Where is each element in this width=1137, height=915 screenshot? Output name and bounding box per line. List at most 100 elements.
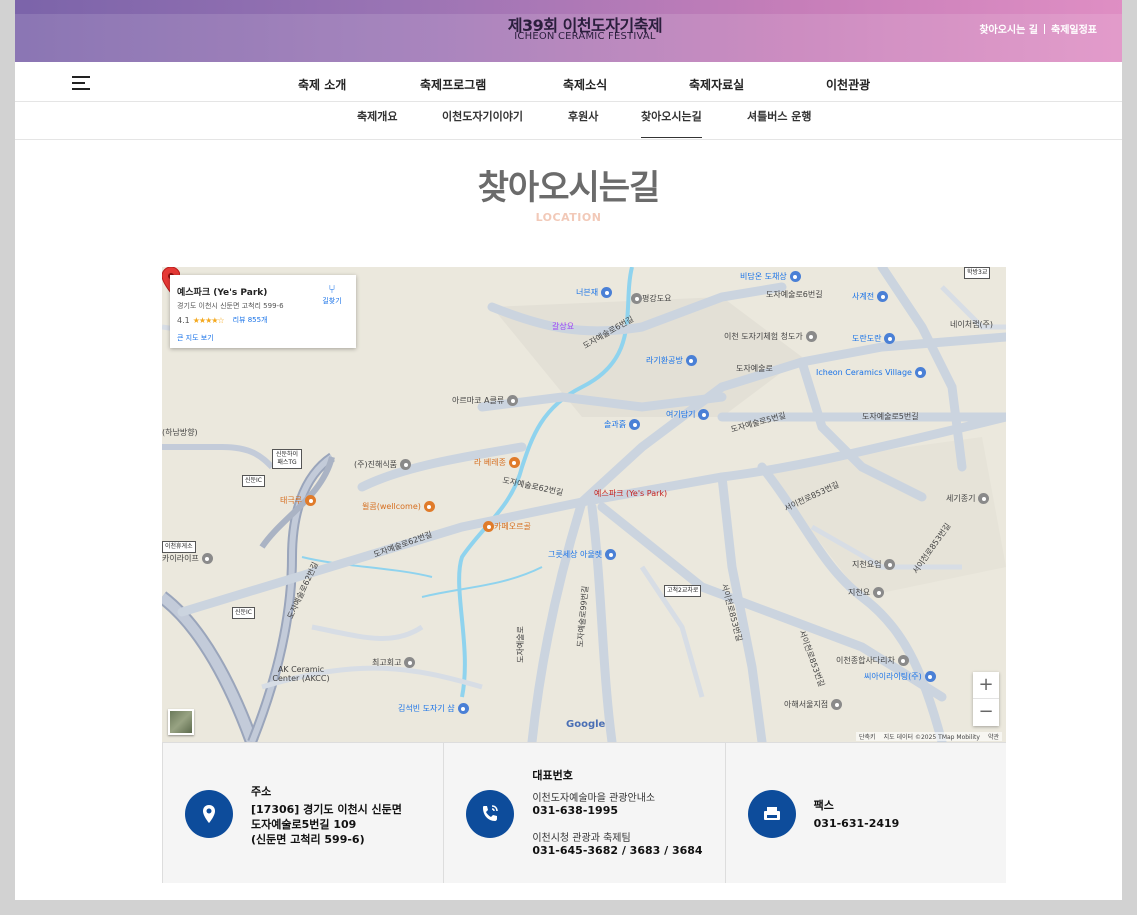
location-pin-icon (185, 790, 233, 838)
address-line-3: (신둔면 고척리 599-6) (251, 833, 365, 846)
map-sign: 신둔IC (242, 475, 265, 487)
map-poi-icon (805, 331, 817, 342)
lnb-item-shuttle-bus[interactable]: 셔틀버스 운행 (747, 108, 812, 124)
map-label[interactable]: 지천요 (848, 587, 885, 598)
map-label[interactable]: 아르마코 A클류 (452, 395, 519, 406)
map-label[interactable]: 솔과흙 (604, 419, 641, 430)
gnb-item-festival-program[interactable]: 축제프로그램 (420, 76, 486, 93)
sub-navigation: 축제개요 이천도자기이야기 후원사 찾아오시는길 셔틀버스 운행 (15, 102, 1122, 140)
map-poi-icon (914, 367, 926, 378)
util-divider (1044, 23, 1045, 34)
map-place-card: 예스파크 (Ye's Park) 경기도 이천시 신둔면 고척리 599-6 4… (170, 275, 356, 348)
map-poi-icon (884, 559, 896, 570)
map-road-label: 도자예술로6번길 (766, 290, 823, 299)
google-logo: Google (566, 719, 606, 730)
gnb-item-festival-archive[interactable]: 축제자료실 (689, 76, 744, 93)
map-label[interactable]: 윌콤(wellcome) (362, 501, 435, 512)
map-label[interactable]: 씨아이라이팅(주) (864, 671, 936, 682)
map-poi-icon (877, 291, 889, 302)
map-label[interactable]: 평강도요 (628, 293, 671, 304)
map-label[interactable]: 갈상요 (552, 321, 574, 332)
map-label[interactable]: 이천 도자기체험 청도가 (724, 331, 817, 342)
marker-label[interactable]: 예스파크 (Ye's Park) (594, 488, 667, 499)
map-road-label: 도자예술로 (515, 626, 525, 663)
shortcuts-link[interactable]: 단축키 (859, 732, 876, 741)
map-label[interactable]: 카이라이프 (162, 553, 213, 564)
top-header: 제39회 이천도자기축제 ICHEON CERAMIC FESTIVAL 찾아오… (15, 0, 1122, 62)
map-poi-icon (831, 699, 843, 710)
map-attribution: 단축키 지도 데이터 ©2025 TMap Mobility 약관 (856, 732, 1002, 741)
map-poi-icon (305, 495, 317, 506)
page-frame: 제39회 이천도자기축제 ICHEON CERAMIC FESTIVAL 찾아오… (15, 0, 1122, 900)
menu-icon[interactable] (72, 76, 90, 90)
map-label[interactable]: 최고회고 (372, 657, 416, 668)
map-label[interactable]: 김석빈 도자기 샵 (398, 703, 469, 714)
map-poi-icon (884, 333, 896, 344)
map-label[interactable]: AK Ceramic Center (AKCC) (266, 665, 336, 683)
gnb-item-icheon-tourism[interactable]: 이천관광 (826, 76, 870, 93)
directions-button[interactable]: ⑂ 길찾기 (320, 283, 344, 306)
map-label[interactable]: 카페오르골 (480, 521, 531, 532)
star-rating-icon: ★★★★☆ (192, 315, 225, 325)
lnb-item-ceramic-story[interactable]: 이천도자기이야기 (442, 108, 523, 124)
map-poi-icon (400, 459, 412, 470)
zoom-out-button[interactable]: − (973, 699, 999, 726)
place-name: 예스파크 (Ye's Park) (177, 288, 268, 298)
phone-icon (466, 790, 515, 838)
util-link-directions[interactable]: 찾아오시는 길 (979, 21, 1038, 36)
map-poi-icon (605, 549, 617, 560)
phone-title: 대표번호 (532, 769, 573, 782)
map-poi-icon (631, 293, 642, 304)
gnb-item-festival-intro[interactable]: 축제 소개 (298, 76, 346, 93)
map-label[interactable]: 아해서울지점 (784, 699, 843, 710)
map-road-label: 도자예술로5번길 (862, 412, 919, 421)
map-poi-icon (698, 409, 710, 420)
lnb-item-sponsors[interactable]: 후원사 (568, 108, 598, 124)
map-poi-icon (924, 671, 936, 682)
map-poi-icon (978, 493, 990, 504)
map-label[interactable]: 여기담기 (666, 409, 710, 420)
map-label[interactable]: 네이처랩(주) (950, 319, 993, 330)
map-label[interactable]: 지천요업 (852, 559, 896, 570)
map-label[interactable]: (주)진해식품 (354, 459, 412, 470)
map-poi-icon (789, 271, 801, 282)
map-sign: 이천휴게소 (162, 541, 196, 553)
page-title: 찾아오시는길 (477, 168, 661, 208)
phone-number-2[interactable]: 031-645-3682 / 3683 / 3684 (532, 843, 702, 858)
google-map[interactable]: 너븐재 평강도요 비담온 도채상 도자예술로6번길 사계전 도자예술로6번길 네… (162, 267, 1006, 742)
map-poi-icon (873, 587, 885, 598)
terms-link[interactable]: 약관 (988, 732, 999, 741)
gnb-item-festival-news[interactable]: 축제소식 (563, 76, 607, 93)
map-label[interactable]: 라 베레종 (474, 457, 520, 468)
map-label[interactable]: 태극루 (280, 495, 317, 506)
address-line-2: 도자예술로5번길 109 (251, 818, 357, 831)
festival-logo-english[interactable]: ICHEON CERAMIC FESTIVAL (15, 31, 1122, 42)
view-larger-map-link[interactable]: 큰 지도 보기 (177, 333, 214, 343)
map-label[interactable]: 세기종기 (946, 493, 990, 504)
lnb-item-directions[interactable]: 찾아오시는길 (641, 108, 702, 138)
map-label[interactable]: 사계전 (852, 291, 889, 302)
fax-number: 031-631-2419 (813, 817, 900, 830)
address-line-1: [17306] 경기도 이천시 신둔면 (251, 803, 402, 816)
map-label[interactable]: 너븐재 (576, 287, 613, 298)
map-label[interactable]: 라기환공방 (646, 355, 697, 366)
lnb-item-overview[interactable]: 축제개요 (357, 108, 397, 124)
reviews-link[interactable]: 리뷰 855개 (233, 315, 268, 325)
phone-number-1[interactable]: 031-638-1995 (532, 803, 618, 818)
utility-links: 찾아오시는 길 축제일정표 (979, 21, 1097, 36)
util-link-schedule[interactable]: 축제일정표 (1051, 21, 1097, 36)
map-label[interactable]: Icheon Ceramics Village (816, 367, 926, 378)
phone-sub-1: 이천도자예술마을 관광안내소 (532, 793, 656, 804)
map-poi-icon (423, 501, 435, 512)
map-label[interactable]: 그릇세상 아울렛 (548, 549, 617, 560)
fax-icon (747, 790, 796, 838)
phone-sub-2: 이천시청 관광과 축제팀 (532, 833, 631, 844)
map-label[interactable]: 비담온 도채상 (740, 271, 801, 282)
directions-icon: ⑂ (328, 282, 336, 296)
map-label[interactable]: 도란도란 (852, 333, 896, 344)
map-poi-icon (404, 657, 416, 668)
map-label[interactable]: 이천종합사다리차 (836, 655, 909, 666)
satellite-toggle[interactable] (168, 709, 194, 735)
page-subtitle: LOCATION (535, 211, 602, 224)
zoom-in-button[interactable]: + (973, 672, 999, 699)
